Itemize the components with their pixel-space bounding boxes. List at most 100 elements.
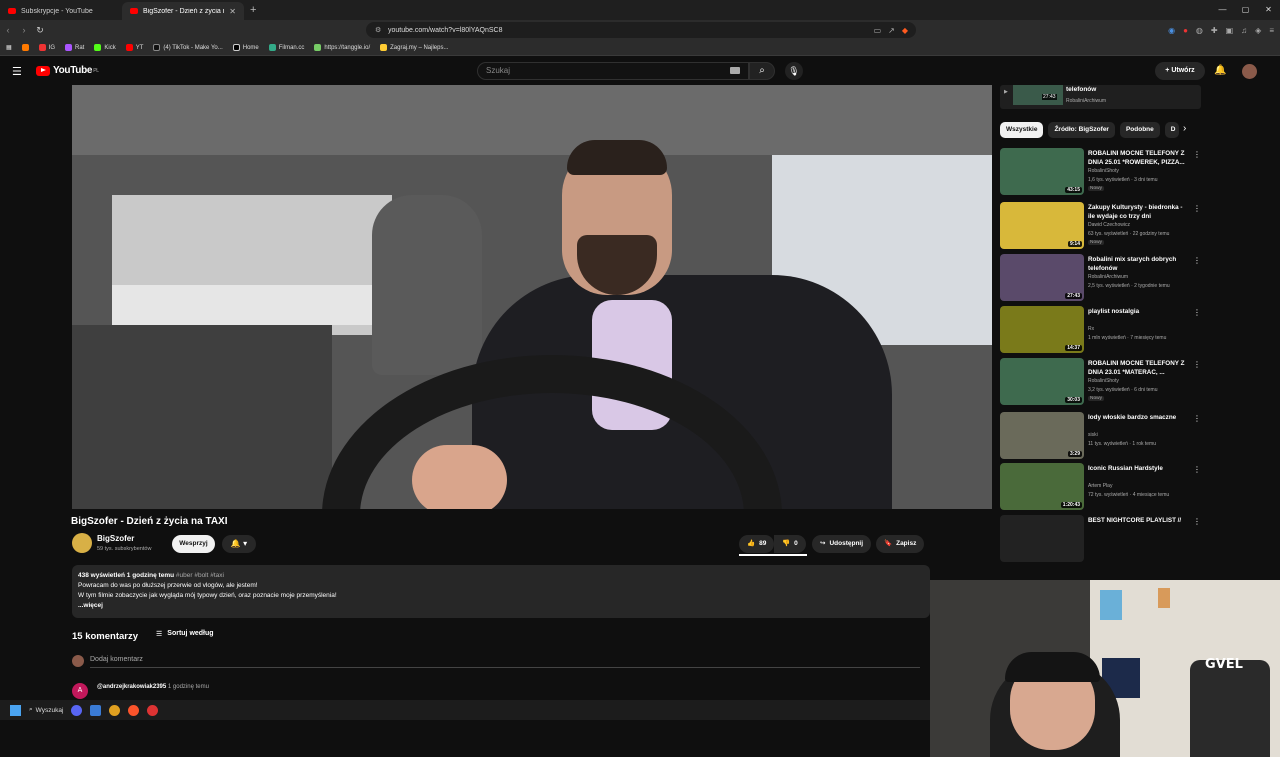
recommendation-item[interactable]: 9:14 Zakupy Kulturysty - biedronka - ile … (1000, 202, 1205, 252)
comment-author[interactable]: @andrzejkrakowiak2395 (97, 684, 166, 690)
search-icon: ⌕ (29, 706, 33, 713)
description-box[interactable]: 438 wyświetleń 1 godzinę temu #uber #bol… (72, 565, 930, 618)
chip-from-channel[interactable]: Źródło: BigSzofer (1048, 122, 1115, 138)
brave-icon[interactable] (128, 704, 140, 716)
maximize-icon[interactable]: ▢ (1234, 0, 1257, 20)
cast-icon[interactable]: ▭ (874, 26, 882, 35)
recommendation-item[interactable]: 43:15 ROBALINI MOCNE TELEFONY Z DNIA 25.0… (1000, 148, 1205, 198)
brave-shield-icon[interactable]: ◆ (902, 26, 908, 35)
tab-subscriptions[interactable]: Subskrypcje - YouTube (0, 2, 122, 20)
more-actions-icon[interactable]: ⋮ (1193, 465, 1201, 474)
obs-icon[interactable] (147, 704, 159, 716)
bookmark-item[interactable]: Home (232, 44, 259, 51)
recommendation-item[interactable]: 1:20:43 Iconic Russian Hardstyle Artem Pla… (1000, 463, 1205, 513)
video-meta: 72 tys. wyświetleń · 4 miesiące temu (1088, 492, 1170, 498)
video-title: BigSzofer - Dzień z życia na TAXI (71, 516, 228, 527)
more-actions-icon[interactable]: ⋮ (1193, 204, 1201, 213)
address-bar[interactable]: ⚙ youtube.com/watch?v=l80lYAQnSC8 ▭ ↗ ◆ (366, 22, 916, 38)
bookmark-item[interactable]: Filman.cc (268, 44, 304, 51)
chip-more[interactable]: D (1164, 122, 1179, 138)
channel-name[interactable]: BigSzofer (97, 534, 134, 543)
more-actions-icon[interactable]: ⋮ (1193, 517, 1201, 526)
forward-icon[interactable]: › (16, 25, 32, 35)
new-tab-button[interactable]: + (250, 4, 256, 16)
channel-name: RobaliniShoty (1088, 378, 1119, 384)
music-icon[interactable]: ♫ (1241, 26, 1247, 35)
save-button[interactable]: 🔖 Zapisz (876, 535, 925, 553)
share-icon[interactable]: ↗ (888, 26, 895, 35)
bookmark-item[interactable]: Zagraj.my – Najleps... (380, 44, 448, 51)
youtube-play-icon (36, 65, 50, 76)
keyboard-icon[interactable] (730, 67, 740, 74)
puzzle-icon[interactable]: ✚ (1211, 26, 1218, 35)
wallet-icon[interactable]: ▣ (1226, 26, 1234, 35)
reload-icon[interactable]: ↻ (32, 25, 48, 36)
comment-header: @andrzejkrakowiak2395 1 godzinę temu (97, 684, 209, 690)
chevron-right-icon[interactable]: › (1183, 123, 1186, 134)
minimize-icon[interactable]: — (1211, 0, 1234, 20)
app-icon[interactable] (90, 704, 102, 716)
share-button[interactable]: ↪ Udostępnij (812, 535, 872, 553)
dislike-button[interactable]: 👎 0 (774, 535, 806, 553)
like-button[interactable]: 👍 89 (739, 535, 775, 553)
bookmark-item[interactable]: IG (38, 44, 55, 51)
windows-start-icon[interactable] (10, 704, 21, 716)
channel-avatar[interactable] (72, 533, 92, 553)
close-tab-icon[interactable]: ✕ (229, 7, 236, 16)
add-comment-input[interactable]: Dodaj komentarz (90, 656, 920, 668)
bookmark-item[interactable]: Rat (65, 44, 84, 51)
video-title: lody włoskie bardzo smaczne (1088, 414, 1177, 421)
comment-author-avatar[interactable]: A (72, 683, 88, 699)
extension-icon[interactable]: ◉ (1168, 26, 1175, 35)
more-actions-icon[interactable]: ⋮ (1193, 360, 1201, 369)
back-icon[interactable]: ‹ (0, 25, 16, 35)
discord-icon[interactable] (71, 704, 83, 716)
chip-related[interactable]: Podobne (1119, 122, 1160, 138)
sidebar-previous-item[interactable]: ▶ 27:43 telefonów RobaliniArchiwum (1000, 85, 1201, 109)
recommendation-item[interactable]: 30:03 ROBALINI MOCNE TELEFONY Z DNIA 23.0… (1000, 358, 1205, 408)
video-meta: 1 mln wyświetleń · 7 miesięcy temu (1088, 335, 1167, 341)
show-more-link[interactable]: ...więcej (78, 601, 924, 611)
video-duration: 1:20:43 (1060, 502, 1082, 508)
more-actions-icon[interactable]: ⋮ (1193, 150, 1201, 159)
apps-grid-icon[interactable]: ▦ (6, 44, 12, 51)
more-actions-icon[interactable]: ⋮ (1193, 414, 1201, 423)
url-text: youtube.com/watch?v=l80lYAQnSC8 (388, 26, 503, 34)
menu-icon[interactable]: ≡ (1269, 26, 1274, 35)
bookmark-item[interactable]: YT (125, 44, 143, 51)
search-button[interactable]: ⌕ (749, 62, 775, 80)
notifications-bell-icon[interactable]: 🔔 (1214, 65, 1226, 76)
chip-all[interactable]: Wszystkie (1000, 122, 1044, 138)
bookmark-item[interactable]: Kick (94, 44, 116, 51)
bookmark-item[interactable]: https://tanggle.io/ (314, 44, 370, 51)
vpn-icon[interactable]: ◈ (1255, 26, 1261, 35)
webcam-poster (1100, 590, 1122, 620)
recommendation-item[interactable]: 14:37 playlist nostalgia Rx 1 mln wyświetle… (1000, 306, 1205, 356)
record-icon[interactable]: ● (1183, 26, 1188, 35)
taskbar-search[interactable]: ⌕ Wyszukaj (29, 706, 63, 714)
tab-current-video[interactable]: BigSzofer - Dzień z życia na TAXI ✕ (122, 2, 244, 20)
recommendation-item[interactable]: 27:43 Robalini mix starych dobrych telefo… (1000, 254, 1205, 304)
extension-icon[interactable]: ◍ (1196, 26, 1203, 35)
youtube-logo[interactable]: YouTube PL (36, 65, 99, 76)
guide-menu-icon[interactable]: ☰ (12, 65, 22, 78)
bookmark-item[interactable] (21, 44, 29, 51)
sort-comments-button[interactable]: ☰ Sortuj według (156, 630, 214, 638)
bookmark-item[interactable]: (4) TikTok - Make Yo... (153, 44, 223, 51)
video-player[interactable] (72, 85, 992, 509)
share-arrow-icon: ↪ (820, 540, 826, 547)
bookmarks-bar: ▦ IG Rat Kick YT (4) TikTok - Make Yo...… (0, 40, 1280, 56)
chrome-icon[interactable] (109, 704, 121, 716)
user-avatar (72, 655, 84, 667)
more-actions-icon[interactable]: ⋮ (1193, 256, 1201, 265)
recommendation-item[interactable]: BEST NIGHTCORE PLAYLIST // ⋮ (1000, 515, 1205, 565)
more-actions-icon[interactable]: ⋮ (1193, 308, 1201, 317)
close-window-icon[interactable]: ✕ (1257, 0, 1280, 20)
voice-search-button[interactable]: 🎙 (785, 62, 803, 80)
subscription-notification-button[interactable]: 🔔 ▾ (222, 535, 256, 553)
search-input[interactable]: Szukaj (477, 62, 749, 80)
recommendation-item[interactable]: 3:29 lody włoskie bardzo smaczne siski 11 t… (1000, 412, 1205, 462)
support-button[interactable]: Wesprzyj (172, 535, 215, 553)
site-info-icon[interactable]: ⚙ (375, 26, 381, 34)
account-avatar[interactable] (1242, 64, 1257, 79)
